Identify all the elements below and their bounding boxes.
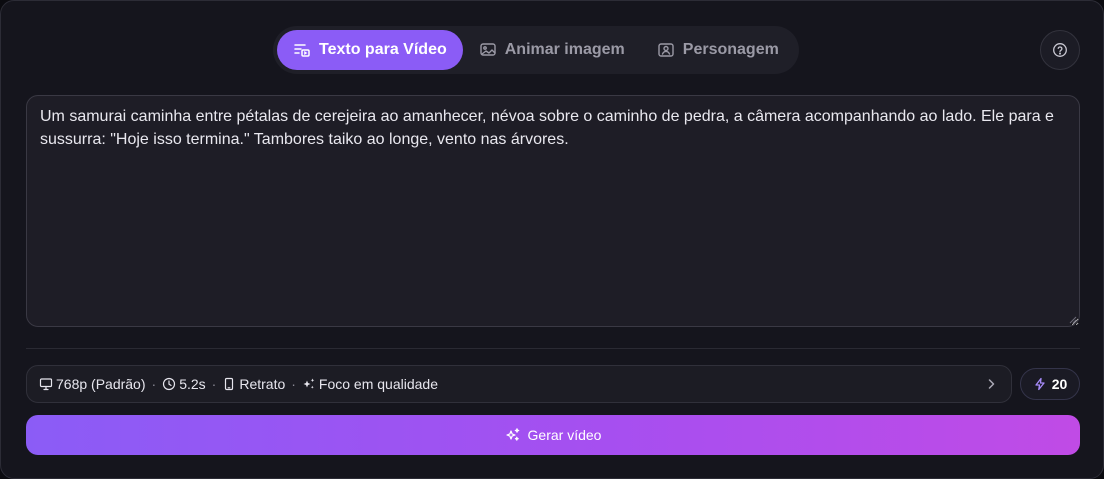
monitor-icon <box>39 378 53 391</box>
orientation-value: Retrato <box>239 376 286 392</box>
setting-orientation: Retrato <box>222 376 285 392</box>
setting-quality: Foco em qualidade <box>302 376 438 392</box>
phone-portrait-icon <box>225 377 234 391</box>
setting-resolution: 768p (Padrão) <box>39 376 146 392</box>
divider <box>26 348 1080 349</box>
sparkles-icon <box>505 428 519 441</box>
mode-tabs: Texto para Vídeo Animar imagem Personage… <box>273 26 799 74</box>
tab-animate-image[interactable]: Animar imagem <box>463 30 641 70</box>
text-to-video-icon <box>294 44 310 57</box>
prompt-textarea[interactable]: Um samurai caminha entre pétalas de cere… <box>26 95 1080 327</box>
sparkles-icon <box>303 378 315 389</box>
generate-video-button[interactable]: Gerar vídeo <box>26 415 1080 455</box>
video-generator-panel: Texto para Vídeo Animar imagem Personage… <box>0 0 1104 479</box>
credits-value: 20 <box>1051 376 1068 392</box>
chevron-right-icon <box>988 379 995 389</box>
separator: · <box>151 376 157 392</box>
tab-label: Personagem <box>682 41 779 58</box>
tab-label: Texto para Vídeo <box>319 41 447 58</box>
generate-label: Gerar vídeo <box>527 427 602 443</box>
help-circle-icon <box>1053 43 1067 57</box>
resize-grip-icon[interactable] <box>1067 314 1077 324</box>
settings-bar[interactable]: 768p (Padrão) · 5.2s · Retrato · Foco em… <box>26 365 1012 403</box>
help-button[interactable] <box>1040 30 1080 70</box>
image-animate-icon <box>480 43 496 56</box>
resolution-value: 768p (Padrão) <box>56 376 146 392</box>
tab-character[interactable]: Personagem <box>641 30 795 70</box>
quality-value: Foco em qualidade <box>318 376 438 392</box>
lightning-icon <box>1035 377 1045 391</box>
tab-text-to-video[interactable]: Texto para Vídeo <box>277 30 463 70</box>
separator: · <box>291 376 296 392</box>
duration-value: 5.2s <box>179 376 206 392</box>
setting-duration: 5.2s <box>162 376 206 392</box>
clock-icon <box>163 377 176 391</box>
credits-badge: 20 <box>1020 368 1080 400</box>
separator: · <box>211 376 217 392</box>
tab-label: Animar imagem <box>504 41 625 58</box>
character-icon <box>658 43 674 57</box>
